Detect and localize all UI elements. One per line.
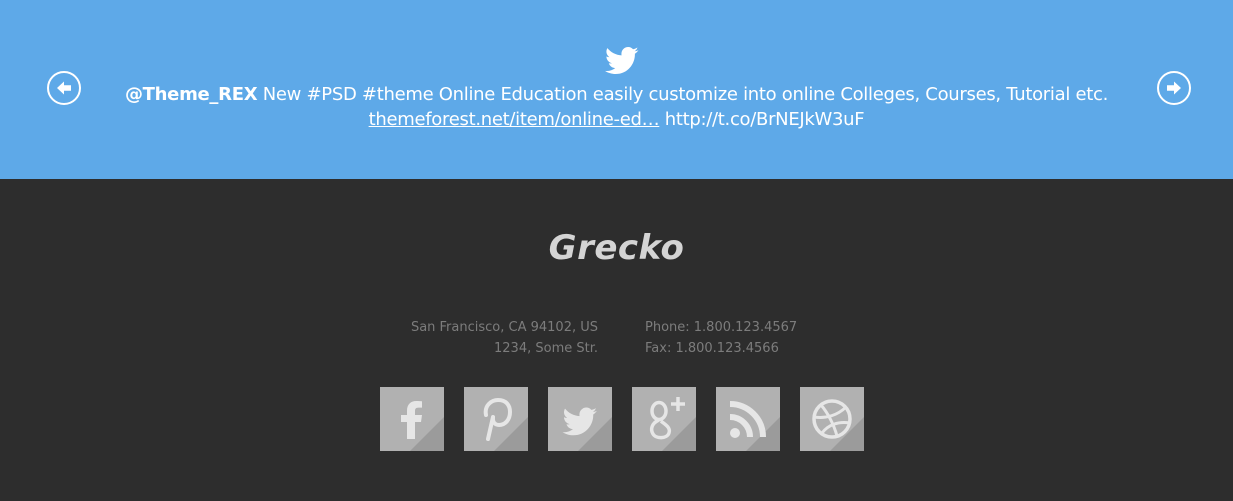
pinterest-icon	[483, 397, 513, 441]
rss-icon	[729, 401, 766, 438]
twitter-bird-icon	[605, 46, 639, 75]
address-block: San Francisco, CA 94102, US 1234, Some S…	[398, 317, 598, 359]
tweet-link[interactable]: themeforest.net/item/online-ed…	[369, 109, 660, 130]
tweet-text: @Theme_REX New #PSD #theme Online Educat…	[100, 82, 1133, 132]
address-line-1: San Francisco, CA 94102, US	[410, 320, 598, 335]
tweet-short-url[interactable]: http://t.co/BrNEJkW3uF	[659, 109, 865, 130]
tweet-handle[interactable]: @Theme_REX	[125, 84, 258, 105]
tweet-body: New #PSD #theme Online Education easily …	[257, 84, 1109, 105]
address-line-2: 1234, Some Str.	[494, 341, 598, 356]
arrow-left-icon	[57, 81, 71, 95]
prev-tweet-button[interactable]	[47, 71, 81, 105]
rss-button[interactable]	[716, 387, 780, 451]
facebook-button[interactable]	[380, 387, 444, 451]
tweet-band: @Theme_REX New #PSD #theme Online Educat…	[0, 0, 1233, 179]
dribbble-icon	[812, 399, 852, 439]
pinterest-button[interactable]	[464, 387, 528, 451]
next-tweet-button[interactable]	[1157, 71, 1191, 105]
facebook-icon	[401, 401, 422, 439]
footer-logo[interactable]: Grecko	[0, 228, 1233, 268]
phone-number: Phone: 1.800.123.4567	[645, 320, 798, 335]
dribbble-button[interactable]	[800, 387, 864, 451]
google-plus-icon	[649, 397, 685, 440]
twitter-button[interactable]	[548, 387, 612, 451]
fax-number: Fax: 1.800.123.4566	[645, 341, 779, 356]
phone-block: Phone: 1.800.123.4567 Fax: 1.800.123.456…	[645, 317, 865, 359]
footer: Grecko San Francisco, CA 94102, US 1234,…	[0, 179, 1233, 501]
twitter-icon	[562, 407, 597, 436]
google-plus-button[interactable]	[632, 387, 696, 451]
social-links	[380, 387, 864, 451]
arrow-right-icon	[1167, 81, 1181, 95]
